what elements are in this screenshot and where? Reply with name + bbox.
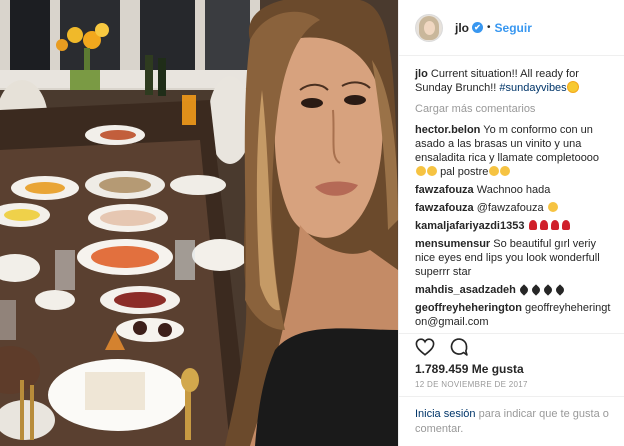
comment-text: @fawzafouza bbox=[476, 202, 544, 214]
black-heart-emoji-icon bbox=[554, 284, 566, 296]
black-heart-emoji-icon bbox=[518, 284, 530, 296]
like-button[interactable] bbox=[413, 335, 437, 359]
comment-text-tail: pal postre bbox=[440, 166, 489, 178]
smiley-emoji-icon bbox=[416, 166, 426, 176]
rose-emoji-icon bbox=[539, 220, 548, 230]
rose-emoji-icon bbox=[528, 220, 537, 230]
load-more-comments-button[interactable]: Cargar más comentarios bbox=[415, 103, 611, 115]
comment-item: hector.belon Yo m conformo con un asado … bbox=[415, 123, 611, 179]
comment-text: Wachnoo hada bbox=[476, 184, 551, 196]
speech-bubble-icon bbox=[450, 337, 468, 356]
brunch-selfie-image bbox=[0, 0, 398, 446]
avatar[interactable] bbox=[415, 13, 443, 42]
comment-item: fawzafouza @fawzafouza bbox=[415, 201, 611, 215]
comment-username[interactable]: geoffreyheherington bbox=[415, 302, 522, 314]
rose-emoji-icon bbox=[561, 220, 570, 230]
comment-item: mensumensur So beautiful gırl veriy nice… bbox=[415, 237, 611, 279]
post-caption: jlo Current situation!! All ready for Su… bbox=[415, 67, 611, 95]
instagram-post: jlo ✔ • Seguir jlo Current situation!! A… bbox=[0, 0, 624, 446]
comment-username[interactable]: hector.belon bbox=[415, 124, 480, 136]
follow-button[interactable]: Seguir bbox=[495, 21, 532, 35]
cake-emoji-icon bbox=[489, 166, 500, 176]
header-separator: • bbox=[487, 22, 491, 33]
comment-item: mahdis_asadzadeh bbox=[415, 283, 611, 297]
login-link[interactable]: Inicia sesión bbox=[415, 408, 476, 420]
post-header: jlo ✔ • Seguir bbox=[399, 0, 624, 56]
sun-emoji-icon bbox=[567, 82, 578, 92]
verified-badge-icon: ✔ bbox=[472, 22, 483, 33]
caption-hashtag[interactable]: #sundayvibes bbox=[499, 82, 566, 94]
smile-emoji-icon bbox=[500, 166, 511, 176]
post-side-panel: jlo ✔ • Seguir jlo Current situation!! A… bbox=[398, 0, 624, 446]
likes-count[interactable]: 1.789.459 Me gusta bbox=[415, 362, 524, 376]
caption-username[interactable]: jlo bbox=[415, 68, 428, 80]
header-username[interactable]: jlo bbox=[455, 21, 469, 35]
black-heart-emoji-icon bbox=[542, 284, 554, 296]
comment-item: geoffreyheherington geoffreyheheringt on… bbox=[415, 301, 611, 329]
comment-username[interactable]: fawzafouza bbox=[415, 202, 474, 214]
post-photo[interactable] bbox=[0, 0, 398, 446]
comment-username[interactable]: fawzafouza bbox=[415, 184, 474, 196]
heart-outline-icon bbox=[415, 337, 435, 356]
comment-username[interactable]: mensumensur bbox=[415, 238, 490, 250]
comment-item: kamaljafariyazdi1353 bbox=[415, 219, 611, 233]
grin-emoji-icon bbox=[547, 202, 558, 212]
comment-username[interactable]: kamaljafariyazdi1353 bbox=[415, 220, 524, 232]
thumbs-up-emoji-icon bbox=[427, 166, 437, 176]
black-heart-emoji-icon bbox=[530, 284, 542, 296]
rose-emoji-icon bbox=[550, 220, 559, 230]
comments-list[interactable]: jlo Current situation!! All ready for Su… bbox=[399, 57, 624, 333]
login-prompt: Inicia sesión para indicar que te gusta … bbox=[399, 396, 624, 446]
post-actions bbox=[399, 333, 624, 359]
post-date[interactable]: 12 DE NOVIEMBRE DE 2017 bbox=[415, 380, 528, 389]
comment-item: fawzafouza Wachnoo hada bbox=[415, 183, 611, 197]
comment-username[interactable]: mahdis_asadzadeh bbox=[415, 284, 516, 296]
comment-button[interactable] bbox=[447, 335, 471, 359]
